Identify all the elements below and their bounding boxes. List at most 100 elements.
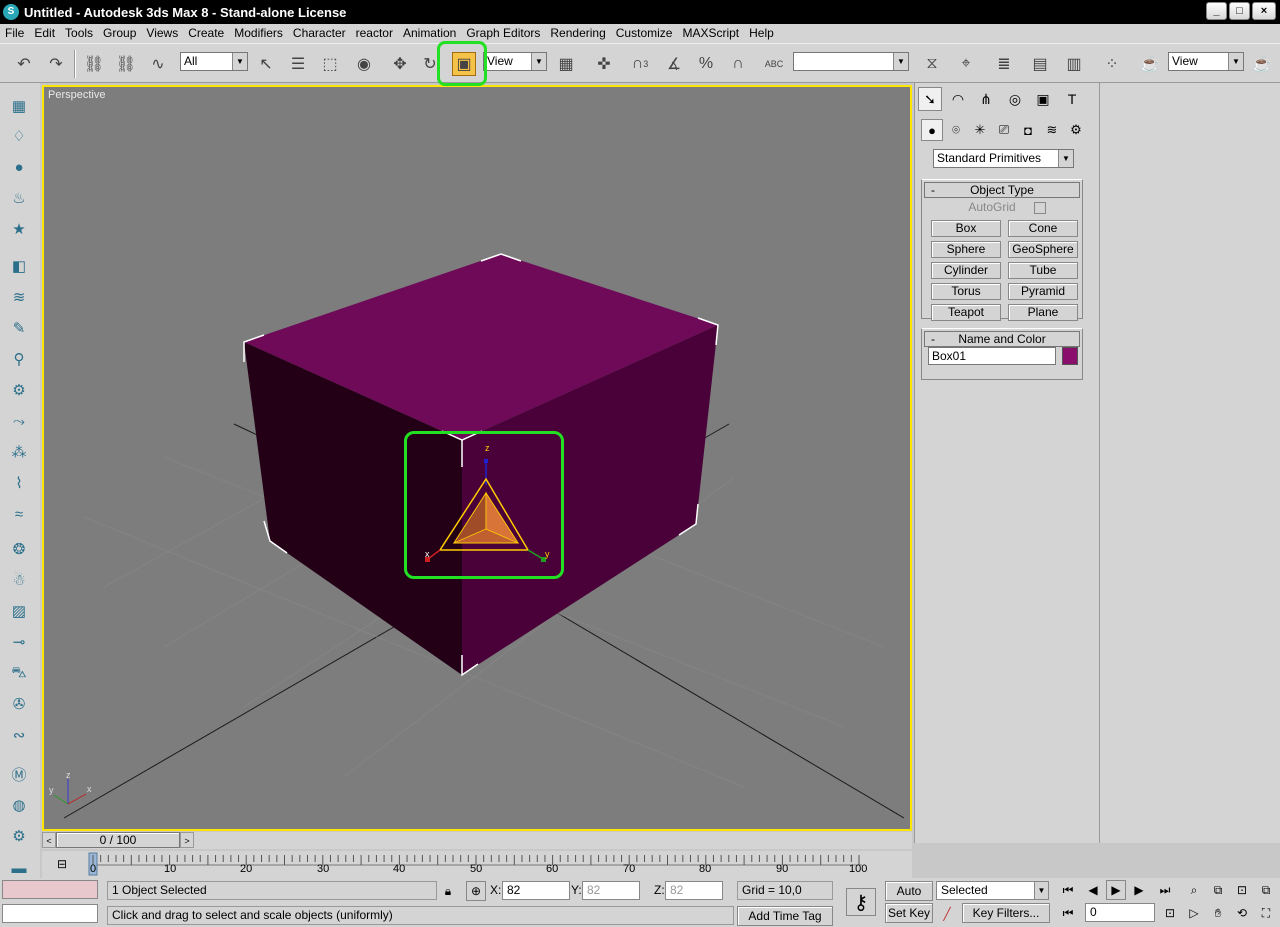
space-warps-tab-icon[interactable]: ⌇ [8, 472, 30, 494]
zoom-extents-all-icon[interactable]: ⧉ [1256, 880, 1276, 900]
rectangular-selection-region-icon[interactable]: ⬚ [318, 52, 342, 76]
object-color-swatch[interactable] [1062, 347, 1078, 365]
snaps-toggle-icon[interactable]: ∩ 3 [628, 52, 652, 76]
play-icon[interactable]: ▶ [1106, 880, 1126, 900]
autogrid-checkbox[interactable] [1034, 202, 1046, 214]
render-scene-icon[interactable]: ☕ [1138, 52, 1162, 76]
z-coordinate-input[interactable]: 82 [665, 881, 723, 900]
menu-help[interactable]: Help [744, 24, 779, 43]
cameras-category-icon[interactable]: ⎚ [993, 119, 1015, 141]
close-button[interactable]: × [1252, 2, 1276, 20]
time-slider-thumb[interactable]: 0 / 100 [56, 832, 180, 848]
toy-car-tab-icon[interactable]: ⛍ [8, 662, 30, 684]
lock-selection-icon[interactable]: 🔒︎ [438, 881, 458, 901]
layers-tab-icon[interactable]: ≋ [8, 286, 30, 308]
render-view-dropdown[interactable]: View ▼ [1168, 52, 1244, 71]
absolute-mode-icon[interactable]: ⊕ [466, 881, 486, 901]
tube-button[interactable]: Tube [1008, 262, 1078, 279]
settings-tab-icon[interactable]: ⚙ [8, 379, 30, 401]
time-slider[interactable]: < 0 / 100 > [42, 832, 912, 849]
3dsmax-app-icon[interactable]: S [3, 4, 19, 20]
menu-create[interactable]: Create [183, 24, 229, 43]
waves-tab-icon[interactable]: ≈ [8, 503, 30, 525]
align-icon[interactable]: ⌖ [954, 52, 978, 76]
time-configuration-icon[interactable]: ⊡ [1160, 903, 1180, 923]
geosphere-button[interactable]: GeoSphere [1008, 241, 1078, 258]
lights-tab-icon[interactable]: ♨ [8, 187, 30, 209]
modify-tab-icon[interactable]: ⚲ [8, 348, 30, 370]
wheel-tab-icon[interactable]: ✇ [8, 693, 30, 715]
utilities-tab-icon[interactable]: T [1060, 87, 1084, 111]
go-to-end-icon[interactable]: ⏭ [1155, 880, 1175, 900]
use-pivot-center-icon[interactable]: ▦ [554, 52, 578, 76]
menu-views[interactable]: Views [141, 24, 183, 43]
minimize-panel-icon[interactable]: ▬ [8, 857, 30, 879]
lights-category-icon[interactable]: ✳ [969, 119, 991, 141]
menu-maxscript[interactable]: MAXScript [677, 24, 744, 43]
menu-edit[interactable]: Edit [29, 24, 60, 43]
key-filters-button[interactable]: Key Filters... [962, 903, 1050, 923]
pyramid-button[interactable]: Pyramid [1008, 283, 1078, 300]
pan-view-icon[interactable]: ✋︎ [1208, 903, 1228, 923]
menu-reactor[interactable]: reactor [351, 24, 398, 43]
zoom-all-icon[interactable]: ⧉ [1208, 880, 1228, 900]
percent-snap-toggle-icon[interactable]: % [694, 52, 718, 76]
reference-coordinate-dropdown[interactable]: View ▼ [483, 52, 547, 71]
select-and-manipulate-icon[interactable]: ✜ [592, 52, 616, 76]
arc-rotate-icon[interactable]: ⟲ [1232, 903, 1252, 923]
set-keys-icon[interactable]: ⚷ [846, 888, 876, 916]
selection-filter-dropdown[interactable]: All ▼ [180, 52, 248, 71]
shapes-tab-icon[interactable]: ♢ [8, 125, 30, 147]
go-to-start-icon[interactable]: ⏮ [1058, 880, 1078, 900]
select-and-move-icon[interactable]: ✥ [388, 52, 412, 76]
key-tangent-icon[interactable]: ╱ [937, 904, 957, 924]
menu-character[interactable]: Character [288, 24, 351, 43]
object-type-header[interactable]: - Object Type [924, 182, 1080, 198]
compounds-tab-icon[interactable]: ◧ [8, 255, 30, 277]
teapot-button[interactable]: Teapot [931, 304, 1001, 321]
display-tab-icon[interactable]: ▣ [1031, 87, 1055, 111]
sphere-tab-icon[interactable]: ● [8, 156, 30, 178]
systems-category-icon[interactable]: ⚙ [1065, 119, 1087, 141]
primitive-category-dropdown[interactable]: Standard Primitives ▼ [933, 149, 1074, 168]
select-by-name-icon[interactable]: ☰ [286, 52, 310, 76]
named-selection-dropdown[interactable]: ▼ [793, 52, 909, 71]
maxscript-listener-bottom[interactable] [2, 904, 98, 923]
material-editor-icon[interactable]: ⁘ [1100, 52, 1124, 76]
field-of-view-icon[interactable]: ▷ [1184, 903, 1204, 923]
next-frame-icon[interactable]: ▶ [1129, 880, 1149, 900]
tools-tab-icon[interactable]: ✎ [8, 317, 30, 339]
window-crossing-icon[interactable]: ◉ [352, 52, 376, 76]
mental-ray-tab-icon[interactable]: ◍ [8, 794, 30, 816]
torus-button[interactable]: Torus [931, 283, 1001, 300]
current-frame-input[interactable]: 0 [1085, 903, 1155, 922]
helpers-tab-icon[interactable]: ★ [8, 218, 30, 240]
zoom-icon[interactable]: ⌕ [1184, 880, 1204, 900]
add-time-tag-button[interactable]: Add Time Tag [737, 906, 833, 926]
edit-named-selection-icon[interactable]: ABC [762, 52, 786, 76]
sphere-button[interactable]: Sphere [931, 241, 1001, 258]
bones-tab-icon[interactable]: ⤳ [8, 410, 30, 432]
hierarchy-tab-icon[interactable]: ⋔ [974, 87, 998, 111]
object-name-input[interactable]: Box01 [928, 347, 1056, 365]
time-slider-prev-icon[interactable]: < [42, 832, 56, 848]
menu-customize[interactable]: Customize [611, 24, 678, 43]
menu-group[interactable]: Group [98, 24, 141, 43]
plane-button[interactable]: Plane [1008, 304, 1078, 321]
menu-modifiers[interactable]: Modifiers [229, 24, 288, 43]
auto-key-button[interactable]: Auto Key [885, 881, 933, 916]
layer-manager-icon[interactable]: ≣ [992, 52, 1016, 76]
menu-tools[interactable]: Tools [60, 24, 98, 43]
cloth-tab-icon[interactable]: ▨ [8, 600, 30, 622]
maxscript-listener-top[interactable] [2, 880, 98, 899]
quick-render-icon[interactable]: ☕ [1250, 52, 1274, 76]
spring-tab-icon[interactable]: ∾ [8, 724, 30, 746]
shapes-category-icon[interactable]: ⌾ [945, 119, 967, 141]
gear-tab-icon[interactable]: ⚙ [8, 825, 30, 847]
trackbar[interactable]: ⊟ 0 10 20 30 40 50 60 70 80 90 100 [42, 851, 912, 878]
angle-snap-toggle-icon[interactable]: ∡ [662, 52, 686, 76]
zoom-extents-icon[interactable]: ⊡ [1232, 880, 1252, 900]
time-slider-next-icon[interactable]: > [180, 832, 194, 848]
y-coordinate-input[interactable]: 82 [582, 881, 640, 900]
x-coordinate-input[interactable]: 82 [502, 881, 570, 900]
